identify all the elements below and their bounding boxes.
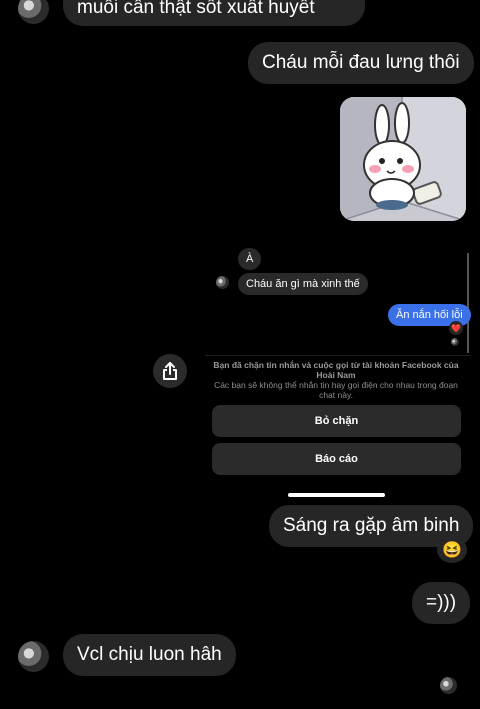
message-text: Cháu mỗi đau lưng thôi [262, 52, 460, 73]
embedded-screenshot: À Cháu ăn gì mà xinh thế Ăn nắn hối lỗi … [205, 248, 471, 358]
shot-heart-reaction: ❤️ [449, 321, 463, 335]
blocked-notice-title: Bạn đã chặn tin nhắn và cuộc gọi từ tài … [213, 360, 459, 380]
report-button-label: Báo cáo [315, 453, 358, 465]
message-text: Sáng ra gặp âm binh [283, 515, 460, 536]
message-outgoing-3[interactable]: =))) [412, 582, 471, 624]
contact-avatar-top[interactable] [18, 0, 49, 24]
report-button[interactable]: Báo cáo [212, 443, 461, 475]
shot-scrollbar [467, 253, 469, 353]
message-text: =))) [426, 592, 457, 613]
message-text: muôi cân thật sốt xuất huyết [77, 0, 315, 18]
seen-receipt-avatar [440, 677, 457, 694]
shot-message-a-text: À [246, 253, 254, 265]
message-incoming-1[interactable]: muôi cân thật sốt xuất huyết [63, 0, 365, 26]
message-outgoing-1[interactable]: Cháu mỗi đau lưng thôi [248, 42, 474, 84]
share-button[interactable] [153, 354, 187, 388]
bunny-sticker-icon [340, 97, 466, 221]
shot-message-b-text: Cháu ăn gì mà xinh thế [246, 278, 360, 290]
message-text: Vcl chịu luon hâh [77, 644, 222, 665]
unblock-button-label: Bỏ chặn [314, 415, 359, 427]
shot-message-c-text: Ăn nắn hối lỗi [396, 309, 463, 321]
notice-divider [205, 355, 470, 356]
home-indicator [288, 493, 385, 497]
blocked-notice: Bạn đã chặn tin nhắn và cuộc gọi từ tài … [210, 360, 462, 400]
laugh-emoji-icon: 😆 [442, 542, 462, 559]
shot-seen-avatar [451, 338, 459, 346]
shot-avatar [216, 276, 229, 289]
shot-message-b: Cháu ăn gì mà xinh thế [238, 273, 368, 295]
blocked-notice-body: Các bạn sẽ không thể nhắn tin hay gọi đi… [214, 380, 458, 400]
shot-message-a: À [238, 248, 262, 270]
share-icon [163, 362, 177, 380]
laugh-reaction[interactable]: 😆 [437, 537, 467, 563]
contact-avatar-bottom[interactable] [18, 641, 49, 672]
bunny-sticker[interactable] [340, 97, 466, 221]
message-incoming-2[interactable]: Vcl chịu luon hâh [63, 634, 236, 676]
unblock-button[interactable]: Bỏ chặn [212, 405, 461, 437]
shot-heart-glyph: ❤️ [451, 323, 461, 333]
